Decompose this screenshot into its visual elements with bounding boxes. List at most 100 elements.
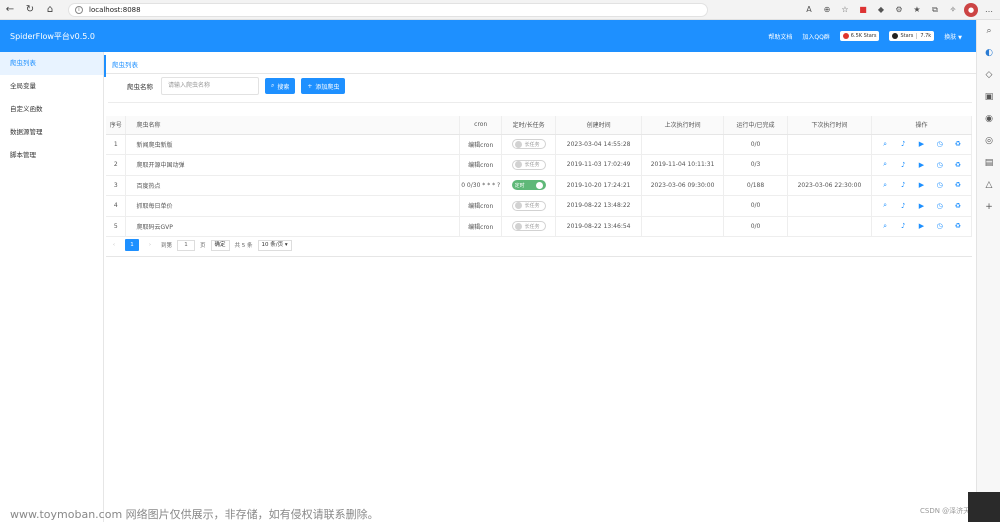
- join-qq-link[interactable]: 加入QQ群: [802, 32, 829, 41]
- bell-icon[interactable]: ♪: [894, 181, 912, 189]
- search-icon[interactable]: ⌕: [977, 20, 1000, 42]
- running-count-link[interactable]: 0/0: [723, 134, 788, 155]
- office-icon[interactable]: ◎: [977, 130, 1000, 152]
- more-menu-icon[interactable]: …: [982, 3, 996, 17]
- last-run-time: [641, 195, 725, 217]
- favorite-star-icon[interactable]: ☆: [838, 3, 852, 17]
- favorites-icon[interactable]: ★: [910, 3, 924, 17]
- search-icon[interactable]: ⌕: [876, 181, 894, 190]
- play-icon[interactable]: ▶: [912, 181, 930, 189]
- sidebar-item-spider-list[interactable]: 爬虫列表: [0, 52, 103, 75]
- bell-icon[interactable]: ♪: [894, 161, 912, 169]
- sidebar-menu: 爬虫列表 全局变量 自定义函数 数据源管理 脚本管理: [0, 52, 104, 522]
- extension-red-icon[interactable]: ■: [856, 3, 870, 17]
- home-icon[interactable]: ⌂: [40, 0, 60, 20]
- pagination: ‹ 1 › 到第 1 页 确定 共 5 条 10 条/页 ▾: [108, 239, 292, 251]
- trash-icon[interactable]: ♻: [949, 140, 967, 148]
- sidebar-item-scripts[interactable]: 脚本管理: [0, 144, 103, 167]
- add-icon[interactable]: +: [977, 196, 1000, 218]
- skin-menu[interactable]: 换肤 ▼: [944, 32, 962, 41]
- collections-icon[interactable]: ⧉: [928, 3, 942, 17]
- task-type-toggle[interactable]: 长任务: [511, 221, 546, 231]
- bell-icon[interactable]: ♪: [894, 222, 912, 230]
- back-icon[interactable]: ←: [0, 0, 20, 20]
- goto-page-input[interactable]: 1: [177, 239, 196, 251]
- search-icon[interactable]: ⌕: [876, 140, 894, 149]
- trash-icon[interactable]: ♻: [949, 202, 967, 210]
- extensions-icon[interactable]: ✧: [946, 3, 960, 17]
- col-actions: 操作: [871, 116, 973, 135]
- search-icon[interactable]: ⌕: [876, 160, 894, 169]
- play-icon[interactable]: ▶: [912, 161, 930, 169]
- play-icon[interactable]: ▶: [912, 222, 930, 230]
- clock-icon[interactable]: ◷: [931, 202, 949, 210]
- bell-icon[interactable]: ♪: [894, 202, 912, 210]
- total-count: 共 5 条: [234, 243, 253, 249]
- clock-icon[interactable]: ◷: [931, 222, 949, 230]
- running-count-link[interactable]: 0/3: [723, 154, 788, 176]
- profile-avatar[interactable]: ●: [964, 2, 978, 17]
- tab-spider-list[interactable]: 爬虫列表: [104, 55, 144, 77]
- outlook-icon[interactable]: ▤: [977, 152, 1000, 174]
- address-bar[interactable]: i localhost:8088: [68, 2, 708, 17]
- row-actions: ⌕ ♪ ▶ ◷ ♻: [872, 181, 971, 190]
- games-icon[interactable]: ◉: [977, 108, 1000, 130]
- running-count-link[interactable]: 0/0: [723, 195, 788, 217]
- search-button[interactable]: ⌕ 搜索: [265, 78, 296, 94]
- edit-cron-link[interactable]: 编辑cron: [459, 195, 503, 217]
- spider-name-input[interactable]: 请输入爬虫名称: [161, 77, 259, 95]
- spider-name-link[interactable]: 新闻爬虫新版: [125, 134, 461, 155]
- task-type-toggle[interactable]: 定时: [511, 180, 546, 191]
- spider-name-link[interactable]: 抓取每日单价: [125, 195, 461, 217]
- help-docs-link[interactable]: 帮助文档: [768, 32, 792, 41]
- trash-icon[interactable]: ♻: [949, 181, 967, 189]
- add-spider-button[interactable]: + 添加爬虫: [301, 78, 346, 94]
- spider-name-link[interactable]: 爬取码云GVP: [125, 216, 461, 237]
- edit-cron-link[interactable]: 编辑cron: [459, 216, 503, 237]
- site-info-icon[interactable]: i: [75, 5, 83, 14]
- col-task-type: 定时/长任务: [501, 116, 557, 135]
- play-icon[interactable]: ▶: [912, 202, 930, 210]
- bell-icon[interactable]: ♪: [894, 140, 912, 148]
- edit-cron-link[interactable]: 0 0/30 * * * ?: [459, 175, 503, 196]
- bing-chat-icon[interactable]: ◐: [977, 42, 1000, 64]
- zoom-icon[interactable]: ⊕: [820, 3, 834, 17]
- edit-cron-link[interactable]: 编辑cron: [459, 134, 503, 155]
- extension-puzzle-icon[interactable]: ⚙: [892, 3, 906, 17]
- refresh-icon[interactable]: ↻: [20, 0, 40, 20]
- sidebar-item-custom-functions[interactable]: 自定义函数: [0, 98, 103, 121]
- sidebar-item-datasource[interactable]: 数据源管理: [0, 121, 103, 144]
- page-size-select[interactable]: 10 条/页 ▾: [257, 239, 292, 251]
- running-count-link[interactable]: 0/188: [723, 175, 788, 196]
- next-page-icon[interactable]: ›: [144, 242, 156, 248]
- trash-icon[interactable]: ♻: [949, 222, 967, 230]
- current-page[interactable]: 1: [125, 239, 139, 251]
- clock-icon[interactable]: ◷: [931, 181, 949, 189]
- tag-icon[interactable]: ◇: [977, 64, 1000, 86]
- divider: [108, 102, 972, 103]
- search-icon[interactable]: ⌕: [876, 201, 894, 210]
- goto-confirm-button[interactable]: 确定: [210, 239, 230, 251]
- trash-icon[interactable]: ♻: [949, 161, 967, 169]
- drop-icon[interactable]: △: [977, 174, 1000, 196]
- gitee-stars-badge[interactable]: 6.5K Stars: [839, 31, 880, 41]
- watermark-text: www.toymoban.com 网络图片仅供展示，非存储，如有侵权请联系删除。: [10, 508, 379, 521]
- sidebar-item-global-variables[interactable]: 全局变量: [0, 75, 103, 98]
- task-type-toggle[interactable]: 长任务: [511, 200, 546, 211]
- edit-cron-link[interactable]: 编辑cron: [459, 154, 503, 176]
- clock-icon[interactable]: ◷: [931, 140, 949, 148]
- task-type-toggle[interactable]: 长任务: [511, 139, 546, 149]
- extension-icon[interactable]: ◆: [874, 3, 888, 17]
- running-count-link[interactable]: 0/0: [723, 216, 788, 237]
- toolbox-icon[interactable]: ▣: [977, 86, 1000, 108]
- prev-page-icon[interactable]: ‹: [108, 242, 120, 248]
- spider-name-link[interactable]: 百度热点: [125, 175, 461, 196]
- task-type-toggle[interactable]: 长任务: [511, 159, 546, 170]
- row-actions: ⌕ ♪ ▶ ◷ ♻: [872, 140, 971, 149]
- spider-name-link[interactable]: 爬取开源中国动弹: [125, 154, 461, 176]
- search-icon[interactable]: ⌕: [876, 222, 894, 231]
- github-stars-badge[interactable]: Stars 7.7k: [889, 31, 935, 41]
- clock-icon[interactable]: ◷: [931, 161, 949, 169]
- play-icon[interactable]: ▶: [912, 140, 930, 148]
- read-aloud-icon[interactable]: A: [802, 3, 816, 17]
